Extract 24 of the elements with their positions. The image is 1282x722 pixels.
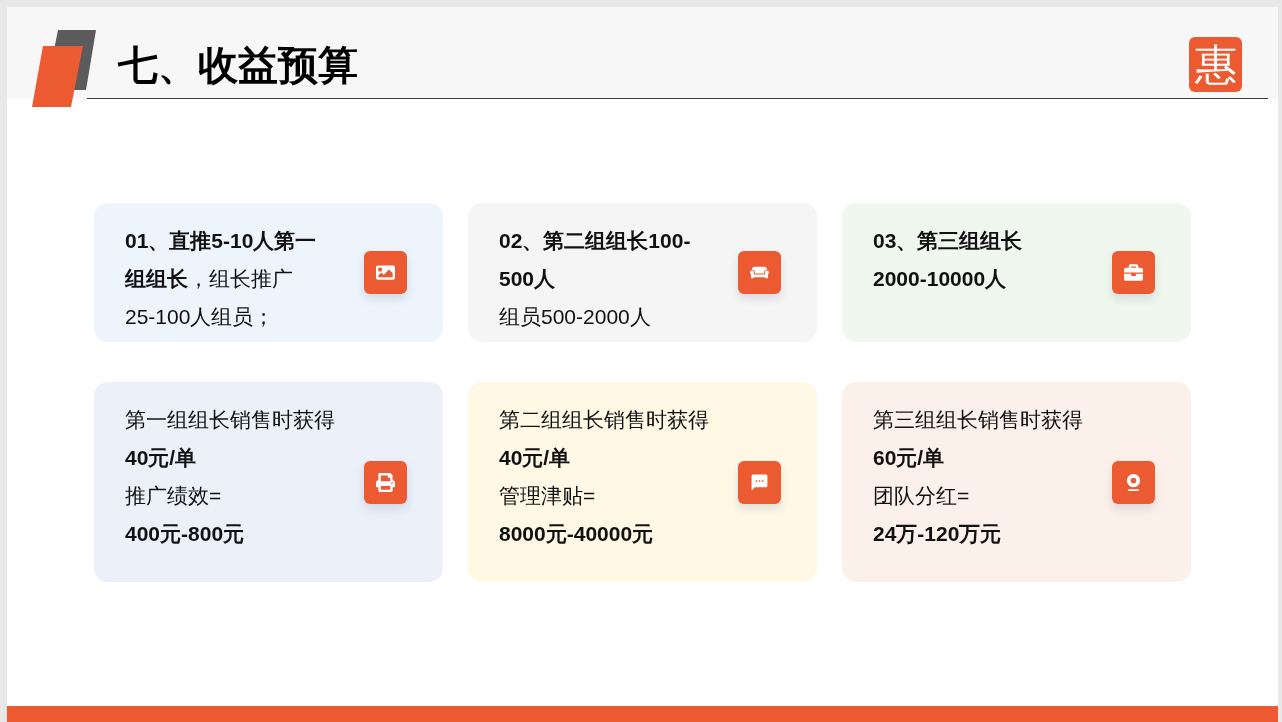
rate-value: 60元/单: [873, 445, 946, 471]
metric-label: 管理津贴=: [499, 483, 597, 509]
logo: 惠: [1189, 37, 1242, 92]
tier-description: 03、第三组组长2000-10000人: [873, 228, 1024, 292]
metric-label: 推广绩效=: [125, 483, 223, 509]
metric-label: 团队分红=: [873, 483, 971, 509]
amount-value: 400元-800元: [125, 521, 246, 547]
tier-description: 02、第二组组长100-500人: [499, 228, 692, 292]
rate-value: 40元/单: [499, 445, 572, 471]
webcam-icon: [1112, 460, 1155, 504]
image-icon: [364, 251, 407, 294]
chat-icon: [738, 460, 781, 504]
tier-note: 组员500-2000人: [499, 304, 652, 330]
earnings-intro: 第二组组长销售时获得: [499, 407, 709, 433]
amount-value: 24万-120万元: [873, 521, 1003, 547]
amount-value: 8000元-40000元: [499, 521, 655, 547]
earnings-intro: 第一组组长销售时获得: [125, 407, 335, 433]
briefcase-icon: [1112, 251, 1155, 294]
slide-title: 七、收益预算: [118, 41, 358, 89]
sofa-icon: [738, 251, 781, 294]
printer-icon: [364, 460, 407, 504]
tier-description: 01、直推5-10人第一组组长，组长推广25-100人组员；: [125, 228, 318, 330]
rate-value: 40元/单: [125, 445, 198, 471]
earnings-intro: 第三组组长销售时获得: [873, 407, 1083, 433]
